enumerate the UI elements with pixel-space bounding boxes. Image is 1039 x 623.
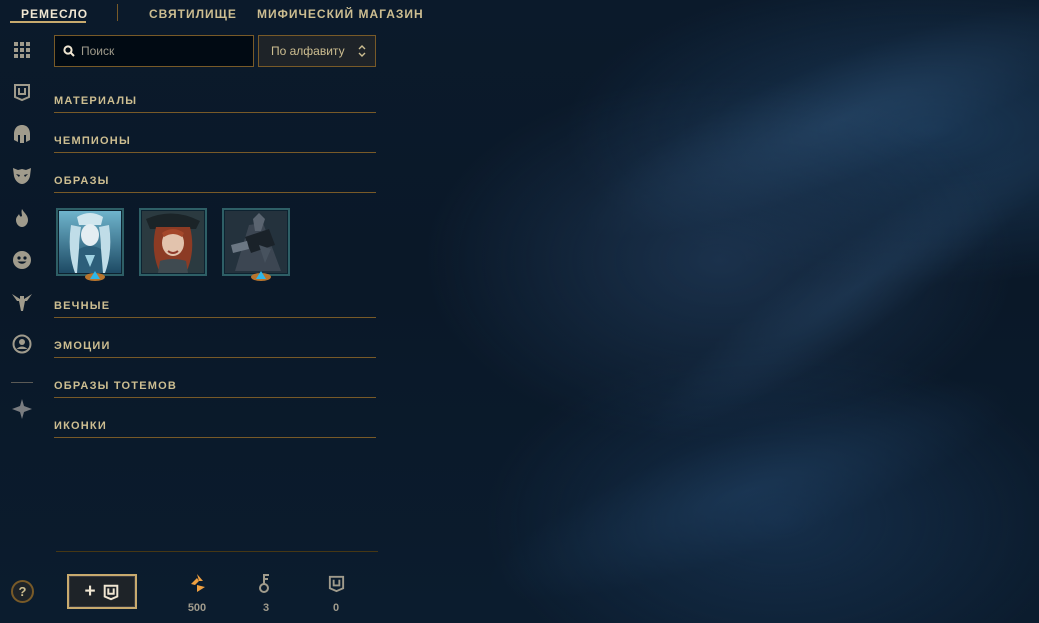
plus-label: + — [84, 581, 96, 602]
helmet-icon[interactable] — [10, 122, 34, 146]
category-skins[interactable]: ОБРАЗЫ — [54, 169, 376, 193]
search-box[interactable] — [54, 35, 254, 67]
category-eternals[interactable]: ВЕЧНЫЕ — [54, 294, 376, 318]
category-label: ИКОНКИ — [54, 420, 107, 432]
nav-separator — [117, 4, 118, 21]
grid-icon[interactable] — [10, 38, 34, 62]
skin-shard-tile[interactable] — [222, 208, 290, 281]
rail-divider — [11, 382, 33, 383]
key-counter: 3 — [246, 571, 286, 614]
active-tab-underline — [10, 21, 86, 23]
chest-icon[interactable] — [10, 80, 34, 104]
category-label: ЭМОЦИИ — [54, 340, 111, 352]
help-button[interactable]: ? — [11, 580, 34, 603]
skin-portrait-image — [225, 211, 287, 273]
tab-crafting[interactable]: РЕМЕСЛО — [21, 7, 88, 21]
category-label: МАТЕРИАЛЫ — [54, 95, 138, 107]
key-value: 3 — [262, 602, 270, 614]
chest-icon — [103, 584, 118, 600]
emote-face-icon[interactable] — [10, 248, 34, 272]
tab-mythic-shop[interactable]: МИФИЧЕСКИЙ МАГАЗИН — [257, 7, 424, 21]
sort-dropdown[interactable]: По алфавиту — [258, 35, 376, 67]
mask-icon[interactable] — [10, 163, 34, 187]
ward-totem-icon[interactable] — [10, 290, 34, 314]
chest-value: 0 — [332, 602, 340, 614]
orange-essence-counter: 500 — [177, 571, 217, 614]
category-ward-skins[interactable]: ОБРАЗЫ ТОТЕМОВ — [54, 374, 376, 398]
category-icons[interactable]: ИКОНКИ — [54, 414, 376, 438]
flame-icon[interactable] — [10, 206, 34, 230]
rarity-badge-icon — [85, 271, 105, 281]
skin-shard-tile[interactable] — [139, 208, 207, 276]
chevron-updown-icon — [358, 45, 366, 57]
skin-portrait-image — [142, 211, 204, 273]
crest-icon[interactable] — [10, 397, 34, 421]
skin-shard-tile[interactable] — [56, 208, 124, 281]
search-icon — [63, 45, 75, 57]
bottom-divider — [56, 551, 378, 552]
add-chest-button[interactable]: + — [67, 574, 137, 609]
category-label: ОБРАЗЫ — [54, 175, 110, 187]
category-label: ОБРАЗЫ ТОТЕМОВ — [54, 380, 178, 392]
rarity-badge-icon — [251, 271, 271, 281]
category-label: ВЕЧНЫЕ — [54, 300, 111, 312]
orange-essence-value: 500 — [187, 602, 207, 614]
category-label: ЧЕМПИОНЫ — [54, 135, 131, 147]
orange-essence-icon — [177, 571, 217, 595]
category-materials[interactable]: МАТЕРИАЛЫ — [54, 89, 376, 113]
chest-icon — [316, 571, 356, 595]
top-navigation: РЕМЕСЛО СВЯТИЛИЩЕ МИФИЧЕСКИЙ МАГАЗИН — [0, 0, 520, 26]
key-icon — [246, 571, 286, 595]
chest-counter: 0 — [316, 571, 356, 614]
tab-sanctum[interactable]: СВЯТИЛИЩЕ — [149, 7, 237, 21]
category-champions[interactable]: ЧЕМПИОНЫ — [54, 129, 376, 153]
profile-icon[interactable] — [10, 332, 34, 356]
sort-selected-label: По алфавиту — [271, 44, 345, 58]
category-emotes[interactable]: ЭМОЦИИ — [54, 334, 376, 358]
skin-portrait-image — [59, 211, 121, 273]
search-input[interactable] — [81, 44, 241, 58]
